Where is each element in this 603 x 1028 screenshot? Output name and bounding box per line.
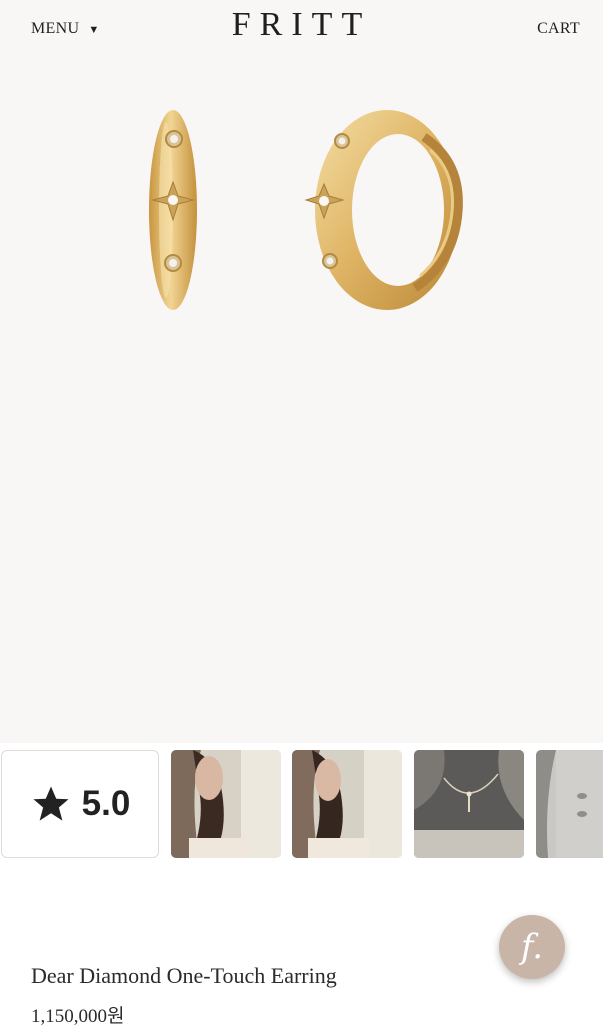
rating-card[interactable]: 5.0 [1, 750, 159, 858]
star-icon [33, 786, 69, 821]
review-photo-1[interactable] [171, 750, 281, 858]
cart-link[interactable]: CART [537, 20, 580, 38]
review-photo-3[interactable] [414, 750, 524, 858]
product-title: Dear Diamond One-Touch Earring [31, 963, 337, 988]
brand-f-icon: f. [520, 927, 544, 967]
review-gallery: 5.0 [0, 749, 603, 859]
review-photo-4[interactable] [536, 750, 603, 858]
brand-logo[interactable]: FRITT [0, 6, 603, 44]
review-photo-2[interactable] [292, 750, 402, 858]
top-header: MENU ▼ FRITT CART [0, 0, 603, 62]
product-hero-image[interactable] [0, 62, 603, 743]
earrings-image [149, 110, 463, 310]
rating-value: 5.0 [81, 784, 131, 823]
chat-fab-button[interactable]: f. [499, 915, 565, 979]
